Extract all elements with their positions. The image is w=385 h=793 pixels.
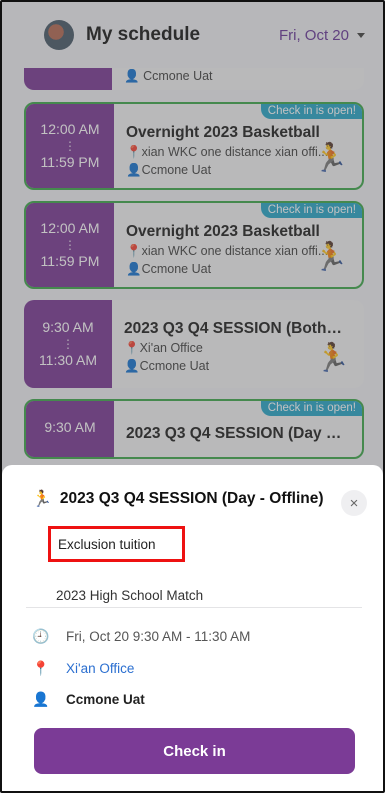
- runner-icon: 🏃: [32, 491, 52, 508]
- event-detail-sheet: 🏃 2023 Q3 Q4 SESSION (Day - Offline) × E…: [2, 465, 383, 791]
- check-in-button[interactable]: Check in: [34, 728, 355, 774]
- close-icon: ×: [349, 494, 359, 512]
- person-icon: 👤: [32, 691, 50, 707]
- event-location-row[interactable]: 📍 Xi'an Office: [32, 660, 134, 677]
- sheet-title: 2023 Q3 Q4 SESSION (Day - Offline): [59, 490, 324, 507]
- location-pin-icon: 📍: [32, 660, 50, 676]
- divider: [26, 607, 362, 608]
- event-organizer-row: 👤 Ccmone Uat: [32, 691, 145, 707]
- highlight-box: Exclusion tuition: [48, 526, 185, 562]
- event-time-row: 🕘 Fri, Oct 20 9:30 AM - 11:30 AM: [32, 628, 251, 644]
- location-link[interactable]: Xi'an Office: [66, 661, 134, 676]
- event-tag: Exclusion tuition: [58, 536, 156, 552]
- app-frame: My schedule Fri, Oct 20 👤 Ccmone Uat 12:…: [0, 0, 385, 793]
- clock-icon: 🕘: [32, 628, 50, 644]
- event-subtitle: 2023 High School Match: [56, 588, 204, 603]
- sheet-header: 🏃 2023 Q3 Q4 SESSION (Day - Offline): [32, 489, 324, 509]
- close-button[interactable]: ×: [341, 490, 367, 516]
